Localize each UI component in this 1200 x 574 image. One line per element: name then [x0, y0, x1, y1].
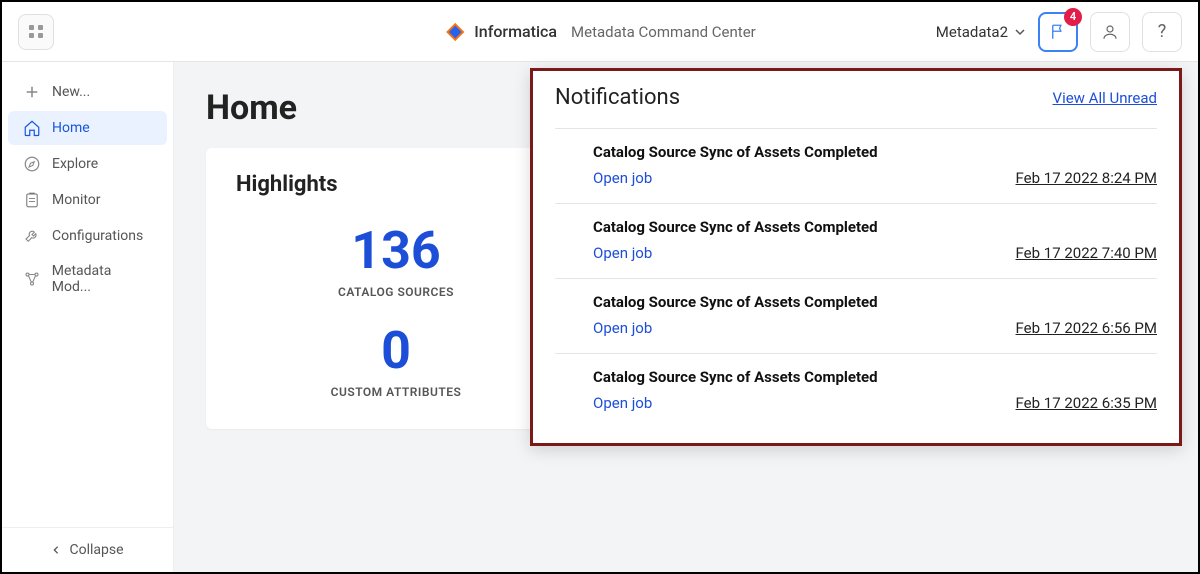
- sidebar-item-configurations[interactable]: Configurations: [8, 219, 167, 253]
- graph-icon: [22, 270, 42, 288]
- notification-time: Feb 17 2022 6:35 PM: [1016, 394, 1157, 412]
- collapse-label: Collapse: [69, 542, 123, 558]
- brand-subtitle: Metadata Command Center: [571, 23, 756, 41]
- flag-icon: [1049, 23, 1067, 41]
- sidebar-item-home[interactable]: Home: [8, 111, 167, 145]
- sidebar-item-label: Monitor: [52, 192, 101, 208]
- notification-time: Feb 17 2022 8:24 PM: [1016, 169, 1157, 187]
- notification-title: Catalog Source Sync of Assets Completed: [593, 368, 1157, 386]
- view-all-unread-link[interactable]: View All Unread: [1053, 89, 1157, 107]
- informatica-logo-icon: [444, 21, 466, 43]
- notification-item[interactable]: Catalog Source Sync of Assets Completed …: [555, 278, 1157, 353]
- notification-title: Catalog Source Sync of Assets Completed: [593, 293, 1157, 311]
- sidebar-item-label: Metadata Mod...: [52, 263, 153, 295]
- sidebar-item-metadata-models[interactable]: Metadata Mod...: [8, 255, 167, 303]
- plus-icon: [22, 83, 42, 101]
- home-icon: [22, 119, 42, 137]
- header-right: Metadata2 4 ?: [936, 12, 1182, 52]
- notification-item[interactable]: Catalog Source Sync of Assets Completed …: [555, 128, 1157, 203]
- notifications-title: Notifications: [555, 85, 680, 110]
- workspace-label: Metadata2: [936, 23, 1008, 41]
- notification-time: Feb 17 2022 6:56 PM: [1016, 319, 1157, 337]
- sidebar: New... Home Explore Monitor Configuratio…: [2, 62, 174, 572]
- notifications-header: Notifications View All Unread: [555, 85, 1157, 110]
- open-job-link[interactable]: Open job: [593, 394, 652, 412]
- sidebar-item-label: New...: [52, 84, 90, 100]
- notifications-panel: Notifications View All Unread Catalog So…: [530, 68, 1182, 446]
- app-switcher-button[interactable]: [18, 14, 54, 50]
- sidebar-item-explore[interactable]: Explore: [8, 147, 167, 181]
- sidebar-item-label: Explore: [52, 156, 98, 172]
- notification-item[interactable]: Catalog Source Sync of Assets Completed …: [555, 353, 1157, 428]
- chevron-down-icon: [1014, 26, 1026, 38]
- notification-badge: 4: [1064, 8, 1082, 26]
- sidebar-item-monitor[interactable]: Monitor: [8, 183, 167, 217]
- notification-title: Catalog Source Sync of Assets Completed: [593, 218, 1157, 236]
- open-job-link[interactable]: Open job: [593, 319, 652, 337]
- grid-icon: [29, 25, 43, 39]
- notification-time: Feb 17 2022 7:40 PM: [1016, 244, 1157, 262]
- stat-catalog-sources: 136 CATALOG SOURCES 0 CUSTOM ATTRIBUTES: [296, 225, 496, 399]
- workspace-selector[interactable]: Metadata2: [936, 23, 1026, 41]
- sidebar-collapse[interactable]: Collapse: [2, 527, 173, 572]
- notification-item[interactable]: Catalog Source Sync of Assets Completed …: [555, 203, 1157, 278]
- notifications-button[interactable]: 4: [1038, 12, 1078, 52]
- stat-value: 0: [296, 325, 496, 377]
- user-button[interactable]: [1090, 12, 1130, 52]
- compass-icon: [22, 155, 42, 173]
- sidebar-item-new[interactable]: New...: [8, 75, 167, 109]
- stat-value: 136: [296, 225, 496, 277]
- brand-name: Informatica: [474, 22, 557, 41]
- open-job-link[interactable]: Open job: [593, 169, 652, 187]
- open-job-link[interactable]: Open job: [593, 244, 652, 262]
- brand: Informatica Metadata Command Center: [444, 21, 755, 43]
- notification-title: Catalog Source Sync of Assets Completed: [593, 143, 1157, 161]
- stat-label: CUSTOM ATTRIBUTES: [296, 385, 496, 399]
- help-button[interactable]: ?: [1142, 12, 1182, 52]
- help-icon: ?: [1158, 21, 1167, 42]
- header: Informatica Metadata Command Center Meta…: [2, 2, 1198, 62]
- stat-label: CATALOG SOURCES: [296, 285, 496, 299]
- chevron-left-icon: [51, 545, 61, 555]
- wrench-icon: [22, 227, 42, 245]
- clipboard-icon: [22, 191, 42, 209]
- sidebar-item-label: Configurations: [52, 228, 143, 244]
- sidebar-item-label: Home: [52, 120, 90, 136]
- user-icon: [1101, 23, 1119, 41]
